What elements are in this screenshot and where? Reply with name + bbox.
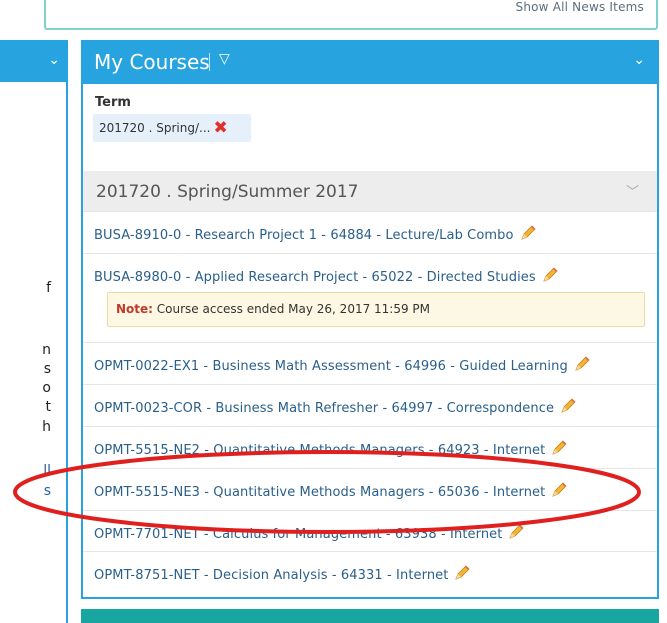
term-group-title: 201720 . Spring/Summer 2017: [96, 182, 359, 202]
course-access-note: Note: Course access ended May 26, 2017 1…: [107, 292, 645, 327]
left-text-fragment: h: [42, 419, 51, 435]
course-row: OPMT-8751-NET - Decision Analysis - 6433…: [83, 551, 657, 593]
left-text-fragment: f: [46, 280, 51, 296]
course-row: OPMT-0023-COR - Business Math Refresher …: [83, 384, 657, 426]
course-link[interactable]: OPMT-8751-NET - Decision Analysis - 6433…: [94, 564, 471, 586]
news-panel: Show All News Items: [44, 0, 658, 30]
chevron-down-icon[interactable]: ﹀: [626, 181, 639, 200]
term-chip-label: 201720 . Spring/...: [99, 121, 211, 135]
course-link[interactable]: OPMT-5515-NE2 - Quantitative Methods Man…: [94, 439, 568, 461]
course-row: OPMT-7701-NET - Calculus for Management …: [83, 510, 657, 552]
term-label: Term: [95, 95, 131, 110]
course-row: BUSA-8910-0 - Research Project 1 - 64884…: [83, 211, 657, 253]
course-row: OPMT-5515-NE3 - Quantitative Methods Man…: [83, 468, 657, 510]
x-icon[interactable]: ✖: [213, 118, 227, 138]
left-text-fragment: n: [42, 342, 51, 358]
pencil-icon[interactable]: [519, 224, 537, 246]
chevron-down-icon[interactable]: ⌄: [48, 52, 60, 68]
show-all-news-link[interactable]: Show All News Items: [516, 0, 645, 14]
course-link[interactable]: BUSA-8910-0 - Research Project 1 - 64884…: [94, 224, 537, 246]
course-link[interactable]: OPMT-5515-NE3 - Quantitative Methods Man…: [94, 481, 568, 503]
left-text-fragment: s: [43, 361, 51, 377]
term-group-header[interactable]: 201720 . Spring/Summer 2017 ﹀: [83, 171, 657, 211]
widget-title: My Courses: [94, 50, 210, 74]
pencil-icon[interactable]: [550, 481, 568, 503]
course-link[interactable]: BUSA-8980-0 - Applied Research Project -…: [94, 266, 559, 288]
widget-menu-icon[interactable]: ▽: [219, 51, 230, 67]
pencil-icon[interactable]: [453, 564, 471, 586]
left-panel-border: [66, 82, 68, 623]
note-text: Course access ended May 26, 2017 11:59 P…: [152, 302, 431, 316]
course-row: OPMT-5515-NE2 - Quantitative Methods Man…: [83, 426, 657, 468]
course-link[interactable]: OPMT-0023-COR - Business Math Refresher …: [94, 397, 577, 419]
collapse-chevron-icon[interactable]: ⌄: [633, 52, 645, 68]
pencil-icon[interactable]: [550, 439, 568, 461]
title-divider: [209, 53, 210, 71]
course-link[interactable]: OPMT-0022-EX1 - Business Math Assessment…: [94, 355, 591, 377]
course-row: OPMT-0022-EX1 - Business Math Assessment…: [83, 342, 657, 384]
page: Show All News Items ⌄ f n s o t h ll s M…: [0, 0, 667, 623]
next-widget-header: [81, 609, 659, 623]
left-text-fragment: t: [45, 399, 52, 415]
my-courses-header: My Courses ▽ ⌄: [81, 40, 659, 84]
left-link-fragment[interactable]: ll: [43, 461, 51, 481]
left-link-fragment[interactable]: s: [44, 481, 51, 501]
pencil-icon[interactable]: [507, 523, 525, 545]
note-label: Note:: [116, 302, 153, 316]
left-text-fragment: o: [42, 380, 51, 396]
pencil-icon[interactable]: [573, 355, 591, 377]
left-panel-header: ⌄: [0, 40, 68, 82]
course-link[interactable]: OPMT-7701-NET - Calculus for Management …: [94, 523, 525, 545]
pencil-icon[interactable]: [541, 266, 559, 288]
pencil-icon[interactable]: [559, 397, 577, 419]
term-filter-chip[interactable]: 201720 . Spring/... ✖: [93, 114, 251, 142]
